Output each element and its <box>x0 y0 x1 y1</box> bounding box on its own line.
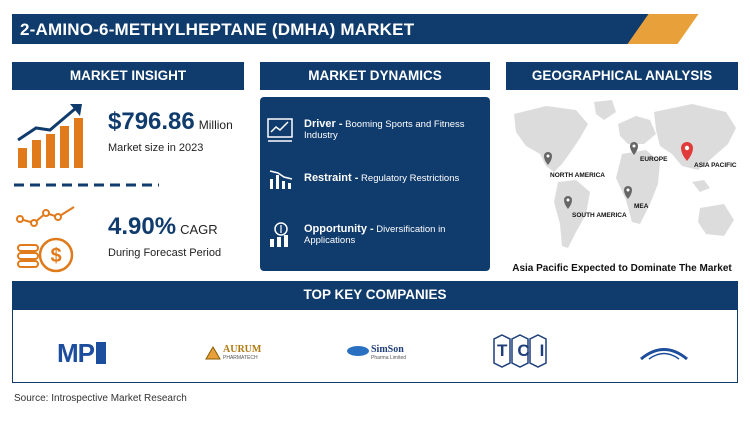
market-size: $796.86 Million <box>108 108 233 136</box>
growth-chart-icon <box>17 104 83 168</box>
restraint-text: Regulatory Restrictions <box>361 173 460 184</box>
region-label-europe: EUROPE <box>640 156 668 163</box>
world-map: NORTH AMERICA EUROPE ASIA PACIFIC MEA SO… <box>514 100 737 248</box>
simson-sub: Pharma Limited <box>371 355 407 361</box>
company-logo-mp: MP <box>57 338 106 369</box>
cagr-value: 4.90% <box>108 213 177 240</box>
region-label-mea: MEA <box>634 203 649 210</box>
page-title: 2-AMINO-6-METHYLHEPTANE (DMHA) MARKET <box>20 20 415 39</box>
geo-caption: Asia Pacific Expected to Dominate The Ma… <box>512 263 732 274</box>
company-logo-tci: TCI <box>493 334 547 368</box>
tci-text: TCI <box>497 341 555 360</box>
opportunity-row: Opportunity - Diversification in Applica… <box>268 223 484 246</box>
driver-row: Driver - Booming Sports and Fitness Indu… <box>268 118 484 141</box>
restraint-label: Restraint - <box>304 172 359 184</box>
market-size-value: $796.86 <box>108 108 195 135</box>
aurum-name: AURUM <box>223 344 262 355</box>
aurum-sub: PHARMATECH <box>223 355 258 361</box>
cagr-label: During Forecast Period <box>108 247 222 259</box>
title-bar: 2-AMINO-6-METHYLHEPTANE (DMHA) MARKET <box>12 14 738 44</box>
market-dynamics-header: MARKET DYNAMICS <box>260 62 490 90</box>
cagr: 4.90% CAGR <box>108 213 218 241</box>
driver-label: Driver - <box>304 118 343 130</box>
company-logo-arc-icon <box>640 348 688 360</box>
cagr-unit: CAGR <box>180 222 218 237</box>
top-key-companies-header: TOP KEY COMPANIES <box>12 281 738 309</box>
region-label-north-america: NORTH AMERICA <box>550 172 605 179</box>
market-insight-header: MARKET INSIGHT <box>12 62 244 90</box>
dashed-divider <box>14 183 159 187</box>
market-size-label: Market size in 2023 <box>108 142 204 154</box>
market-size-unit: Million <box>198 118 233 132</box>
aurum-triangle-icon <box>205 346 221 360</box>
restraint-row: Restraint - Regulatory Restrictions <box>268 172 484 184</box>
geographical-analysis-header: GEOGRAPHICAL ANALYSIS <box>506 62 738 90</box>
svg-text:$: $ <box>50 245 61 267</box>
simson-name: SimSon <box>371 344 404 355</box>
opportunity-label: Opportunity - <box>304 223 374 235</box>
company-logo-mp-text: MP <box>57 338 95 368</box>
region-label-south-america: SOUTH AMERICA <box>572 212 627 219</box>
region-label-asia-pacific: ASIA PACIFIC <box>694 162 737 169</box>
source-note: Source: Introspective Market Research <box>14 393 187 404</box>
companies-panel: MP AURUM PHARMATECH SimSon Pharma Limite… <box>12 309 738 383</box>
market-dynamics-panel: Driver - Booming Sports and Fitness Indu… <box>260 97 490 271</box>
coin-growth-icon: $ <box>16 206 75 273</box>
